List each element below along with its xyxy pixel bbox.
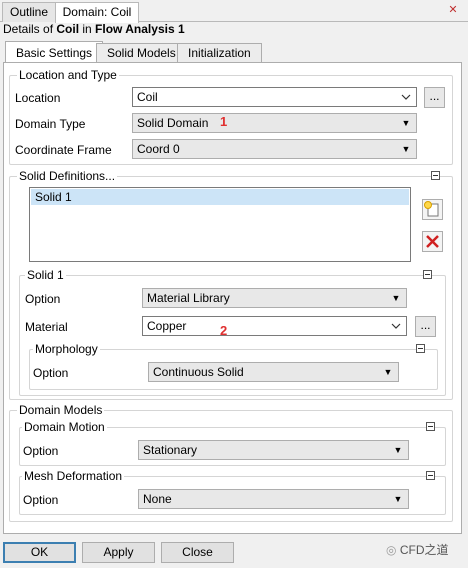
title-analysis: Flow Analysis 1 <box>95 22 185 36</box>
close-button[interactable]: Close <box>161 542 234 563</box>
solid1-legend: Solid 1 <box>25 268 66 282</box>
coordinate-frame-value: Coord 0 <box>137 142 180 156</box>
dropdown-arrow-icon[interactable]: ▼ <box>391 441 405 459</box>
mesh-option-label: Option <box>23 493 59 507</box>
annotation-marker-2: 2 <box>220 323 228 338</box>
mesh-deformation-legend: Mesh Deformation <box>22 469 125 483</box>
location-label: Location <box>15 91 61 105</box>
wechat-icon: ◎ <box>386 543 397 557</box>
dropdown-arrow-icon[interactable]: ▼ <box>381 363 395 381</box>
list-item-label: Solid 1 <box>35 190 72 204</box>
coordinate-frame-label: Coordinate Frame <box>15 143 112 157</box>
tab-initialization[interactable]: Initialization <box>177 43 262 63</box>
dropdown-arrow-icon[interactable]: ▼ <box>399 140 413 158</box>
material-label: Material <box>25 320 68 334</box>
title-mid: in <box>79 22 96 36</box>
collapse-icon[interactable] <box>431 171 440 180</box>
tab-solid-models[interactable]: Solid Models <box>96 43 187 63</box>
solid-definitions-legend: Solid Definitions... <box>17 169 118 183</box>
material-browse-button[interactable]: ... <box>415 316 436 337</box>
delete-icon <box>426 235 439 248</box>
domain-type-label: Domain Type <box>15 117 86 131</box>
coordinate-frame-select[interactable]: Coord 0 ▼ <box>132 139 417 159</box>
solid1-option-select[interactable]: Material Library ▼ <box>142 288 407 308</box>
dropdown-arrow-icon[interactable]: ▼ <box>399 114 413 132</box>
mesh-option-value: None <box>143 492 172 506</box>
annotation-marker-1: 1 <box>220 114 228 129</box>
collapse-icon[interactable] <box>426 422 435 431</box>
collapse-icon[interactable] <box>423 270 432 279</box>
motion-option-select[interactable]: Stationary ▼ <box>138 440 409 460</box>
solid1-option-value: Material Library <box>147 291 230 305</box>
motion-option-value: Stationary <box>143 443 198 457</box>
details-title: Details of Coil in Flow Analysis 1 <box>3 22 185 36</box>
morphology-legend: Morphology <box>33 342 100 356</box>
morphology-option-label: Option <box>33 366 69 380</box>
domain-type-value: Solid Domain <box>137 116 209 130</box>
domain-type-select[interactable]: Solid Domain ▼ <box>132 113 417 133</box>
title-prefix: Details of <box>3 22 57 36</box>
chevron-down-icon[interactable] <box>389 317 403 335</box>
tab-outline[interactable]: Outline <box>2 2 56 22</box>
morphology-option-select[interactable]: Continuous Solid ▼ <box>148 362 399 382</box>
watermark-text: CFD之道 <box>399 543 449 557</box>
domain-models-legend: Domain Models <box>17 403 105 417</box>
new-item-icon <box>424 201 439 217</box>
material-value: Copper <box>147 319 187 333</box>
dropdown-arrow-icon[interactable]: ▼ <box>389 289 403 307</box>
list-item[interactable]: Solid 1 <box>31 189 409 205</box>
close-icon[interactable]: ✕ <box>446 3 460 17</box>
domain-motion-legend: Domain Motion <box>22 420 107 434</box>
add-new-item-button[interactable] <box>422 199 443 220</box>
delete-item-button[interactable] <box>422 231 443 252</box>
location-value: Coil <box>137 90 158 104</box>
morphology-option-value: Continuous Solid <box>153 365 244 379</box>
ok-button[interactable]: OK <box>3 542 76 563</box>
watermark: ◎ CFD之道 <box>386 541 449 558</box>
tab-basic-settings[interactable]: Basic Settings <box>5 41 104 64</box>
chevron-down-icon[interactable] <box>399 88 413 106</box>
material-combo[interactable]: Copper <box>142 316 407 336</box>
apply-button[interactable]: Apply <box>82 542 155 563</box>
title-object: Coil <box>56 22 80 36</box>
solid-list[interactable]: Solid 1 <box>29 187 411 262</box>
solid1-option-label: Option <box>25 292 61 306</box>
collapse-icon[interactable] <box>416 344 425 353</box>
dropdown-arrow-icon[interactable]: ▼ <box>391 490 405 508</box>
mesh-option-select[interactable]: None ▼ <box>138 489 409 509</box>
location-combo[interactable]: Coil <box>132 87 417 107</box>
top-tab-bar: Outline Domain: Coil ✕ <box>0 0 468 23</box>
collapse-icon[interactable] <box>426 471 435 480</box>
tab-domain-coil[interactable]: Domain: Coil <box>55 2 139 23</box>
motion-option-label: Option <box>23 444 59 458</box>
location-type-legend: Location and Type <box>17 68 119 82</box>
location-browse-button[interactable]: ... <box>424 87 445 108</box>
